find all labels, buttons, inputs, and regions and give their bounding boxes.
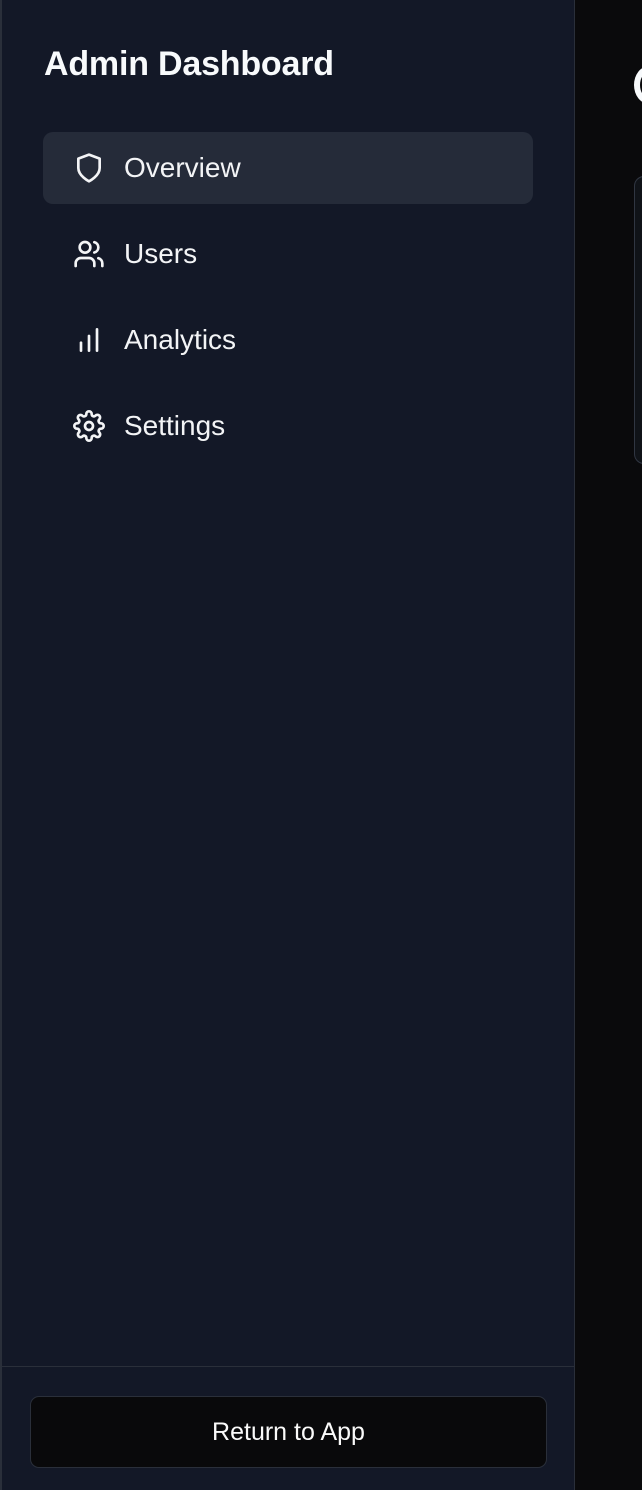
- admin-dashboard-page: Admin Dashboard Overview Users Analytics…: [0, 0, 642, 1490]
- sidebar-item-analytics[interactable]: Analytics: [43, 304, 533, 376]
- sidebar-navigation: Overview Users Analytics Settings: [43, 132, 533, 476]
- gear-icon: [73, 410, 105, 442]
- main-heading-fragment: [634, 66, 642, 104]
- sidebar-item-label: Settings: [124, 410, 226, 441]
- sidebar-item-label: Analytics: [124, 324, 237, 355]
- sidebar-item-users[interactable]: Users: [43, 218, 533, 290]
- overview-card-fragment: [634, 176, 642, 464]
- sidebar-item-overview[interactable]: Overview: [43, 132, 533, 204]
- sidebar-item-label: Overview: [124, 152, 241, 183]
- users-icon: [73, 238, 105, 270]
- bar-chart-icon: [73, 324, 105, 356]
- return-to-app-button[interactable]: Return to App: [30, 1396, 547, 1468]
- sidebar-item-settings[interactable]: Settings: [43, 390, 533, 462]
- sidebar-item-label: Users: [124, 238, 198, 269]
- sidebar-title: Admin Dashboard: [44, 45, 334, 83]
- main-content-area: [575, 0, 642, 1490]
- shield-icon: [73, 152, 105, 184]
- sidebar-footer-divider: [2, 1366, 575, 1367]
- admin-sidebar: Admin Dashboard Overview Users Analytics…: [0, 0, 575, 1490]
